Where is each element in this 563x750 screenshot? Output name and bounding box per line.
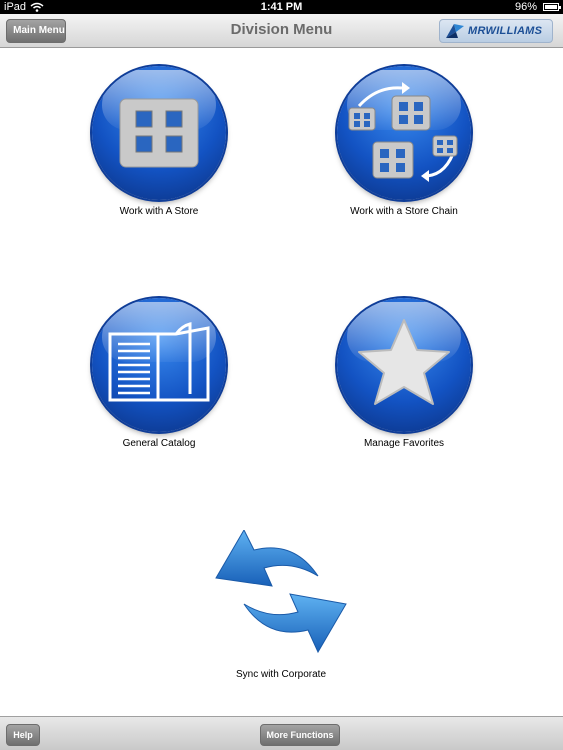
- logo-text: MRWILLIAMS: [468, 25, 543, 37]
- work-with-store-chain-label: Work with a Store Chain: [350, 206, 458, 217]
- logo-mark-icon: [446, 24, 464, 38]
- more-functions-button[interactable]: More Functions: [260, 724, 340, 746]
- manage-favorites-button[interactable]: Manage Favorites: [337, 298, 471, 458]
- battery-icon: [543, 3, 561, 11]
- general-catalog-button[interactable]: General Catalog: [92, 298, 226, 458]
- star-icon: [358, 319, 450, 405]
- battery-percent: 96%: [514, 1, 537, 13]
- logo: MRWILLIAMS: [439, 19, 553, 43]
- work-with-store-label: Work with A Store: [119, 206, 199, 217]
- bottom-toolbar: Help More Functions: [0, 716, 563, 750]
- main-menu-button[interactable]: Main Menu: [6, 19, 66, 43]
- store-icon: [119, 98, 199, 168]
- clock: 1:41 PM: [260, 1, 303, 13]
- manage-favorites-label: Manage Favorites: [363, 438, 445, 449]
- work-with-store-button[interactable]: Work with A Store: [92, 66, 226, 226]
- help-button[interactable]: Help: [6, 724, 40, 746]
- navigation-bar: Division Menu Main Menu MRWILLIAMS: [0, 14, 563, 48]
- sync-arrows-icon: [215, 530, 347, 654]
- catalog-book-icon: [108, 322, 210, 402]
- sync-with-corporate-label: Sync with Corporate: [235, 669, 327, 680]
- work-with-store-chain-button[interactable]: Work with a Store Chain: [337, 66, 471, 226]
- store-chain-icon: [348, 82, 458, 182]
- general-catalog-label: General Catalog: [122, 438, 196, 449]
- sync-with-corporate-button[interactable]: Sync with Corporate: [214, 530, 348, 690]
- status-bar: iPad 1:41 PM 96%: [0, 0, 563, 14]
